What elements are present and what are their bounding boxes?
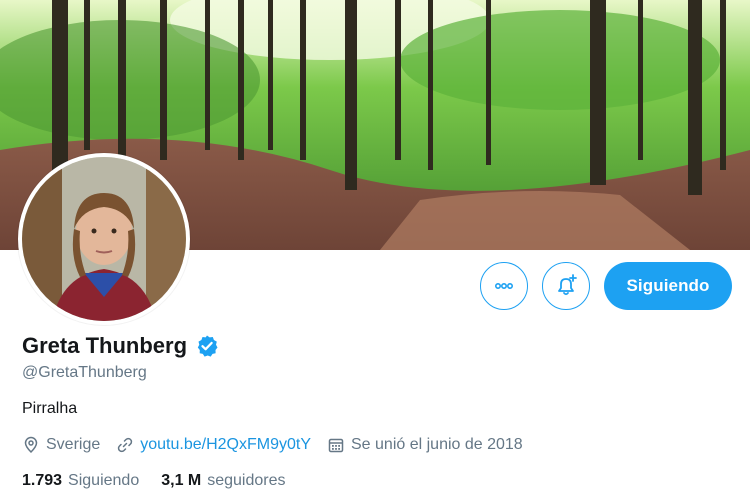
bell-plus-icon: [558, 274, 577, 296]
profile-meta: Sverige youtu.be/H2QxFM9y0tY Se unió el …: [22, 436, 539, 454]
followers-count: 3,1 M: [161, 472, 202, 489]
profile-name: Greta Thunberg: [22, 333, 188, 358]
following-label: Siguiendo: [68, 472, 140, 489]
website-link[interactable]: youtu.be/H2QxFM9y0tY: [140, 436, 311, 454]
followers-label: seguidores: [207, 472, 286, 489]
more-horizontal-icon: [494, 283, 514, 290]
location-item: Sverige: [22, 436, 100, 454]
followers-stat[interactable]: 3,1 M seguidores: [161, 472, 285, 490]
website-item: youtu.be/H2QxFM9y0tY: [116, 436, 311, 454]
profile-actions: Siguiendo: [480, 262, 732, 310]
profile-avatar[interactable]: [18, 153, 190, 325]
following-stat[interactable]: 1.793 Siguiendo: [22, 472, 139, 490]
profile-bio: Pirralha: [22, 400, 78, 417]
notifications-button[interactable]: [542, 262, 590, 310]
joined-text: Se unió el junio de 2018: [351, 436, 523, 453]
avatar-photo: [22, 157, 186, 321]
profile-name-row: Greta Thunberg: [22, 333, 219, 359]
more-options-button[interactable]: [480, 262, 528, 310]
profile-handle: @GretaThunberg: [22, 364, 147, 381]
link-icon: [118, 437, 133, 453]
following-button[interactable]: Siguiendo: [604, 262, 732, 310]
profile-stats: 1.793 Siguiendo 3,1 M seguidores: [22, 472, 308, 490]
following-count: 1.793: [22, 472, 63, 489]
location-text: Sverige: [46, 436, 101, 453]
joined-item: Se unió el junio de 2018: [327, 436, 523, 454]
location-pin-icon: [24, 436, 38, 454]
verified-badge-icon: [197, 335, 218, 357]
calendar-icon: [328, 438, 344, 453]
